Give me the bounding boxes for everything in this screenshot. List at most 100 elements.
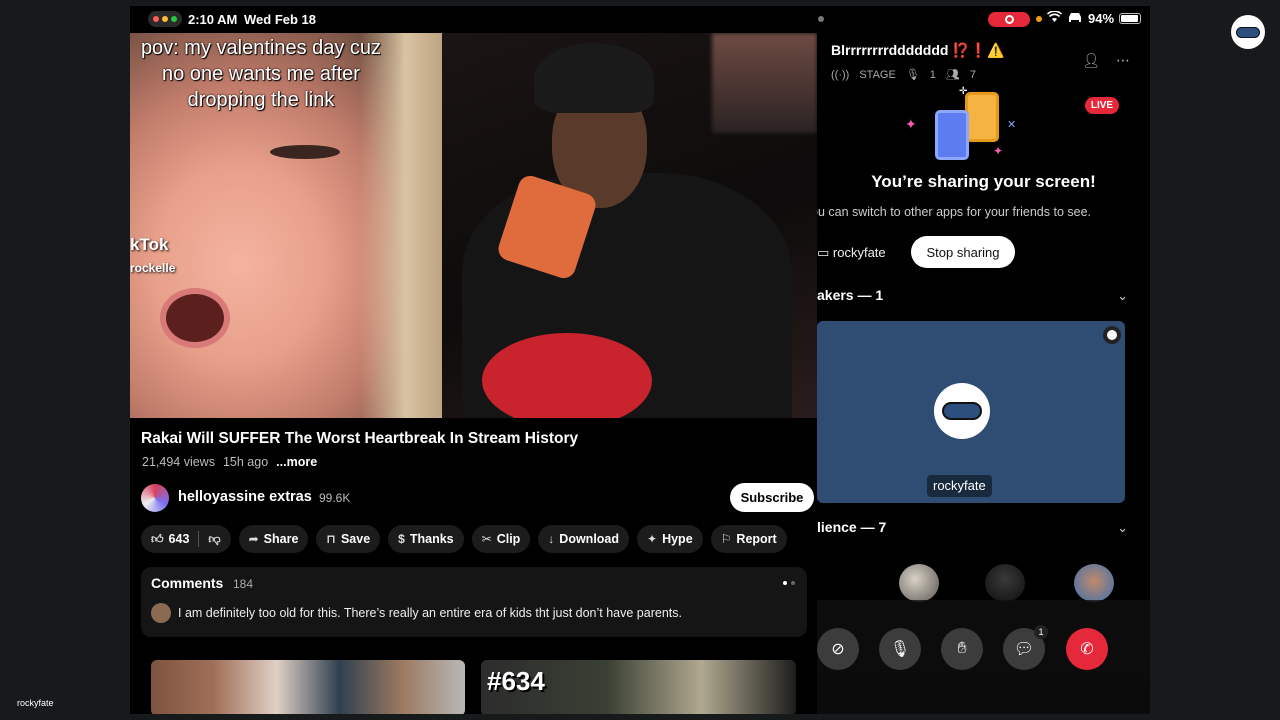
share-subtitle: ou can switch to other apps for your fri… — [817, 205, 1092, 219]
more-link[interactable]: ...more — [276, 455, 317, 469]
camera-off-icon[interactable]: ⊘ — [817, 628, 859, 670]
mic-icon: 🎙︎ — [905, 69, 920, 81]
comments-panel[interactable]: Comments 184 I am definitely too old for… — [141, 567, 807, 637]
status-icons: 94% — [1036, 10, 1142, 26]
settings-dot-icon[interactable] — [1103, 326, 1121, 344]
video-right-clip — [442, 33, 817, 418]
status-date: Wed Feb 18 — [244, 12, 317, 27]
comments-count: 184 — [233, 577, 254, 591]
discord-phone-icon — [935, 110, 969, 160]
channel-avatar[interactable] — [141, 484, 169, 512]
add-user-icon[interactable]: 👤︎ — [1082, 52, 1100, 69]
thanks-button[interactable]: $ Thanks — [388, 525, 464, 553]
hype-button[interactable]: ✦ Hype — [637, 525, 703, 553]
flag-icon: ⚐ — [720, 532, 732, 546]
live-badge: LIVE — [1085, 97, 1119, 114]
stage-title: Blrrrrrrrrddddddd ⁉️❗⚠️ — [831, 42, 1005, 58]
phone-icon — [965, 92, 999, 142]
commenter-avatar — [151, 603, 171, 623]
upload-age: 15h ago — [222, 455, 269, 469]
stage-info: ((·)) STAGE 🎙︎ 1 👥︎ 7 — [831, 68, 976, 82]
thumbnail-label: #634 — [487, 666, 545, 696]
download-icon: ↓ — [548, 532, 555, 546]
chat-badge: 1 — [1034, 625, 1048, 639]
thumbs-down-icon: 👎︎ — [208, 531, 221, 546]
screen-share-icon: ▭ — [817, 245, 833, 260]
save-button[interactable]: ⊓ Save — [316, 525, 381, 553]
sparkle-icon: ✦ — [993, 144, 1004, 158]
more-icon[interactable]: ⋯ — [1116, 52, 1130, 69]
download-button[interactable]: ↓ Download — [538, 525, 630, 553]
channel-row: helloyassine extras 99.6K Subscribe — [141, 483, 814, 518]
chat-icon[interactable]: 💬︎ 1 — [1003, 625, 1048, 670]
camera-dot — [818, 16, 824, 22]
speakers-section-header[interactable]: akers — 1 — [817, 287, 883, 303]
sparkle-icon: ✕ — [1007, 119, 1017, 131]
speaker-name: rockyfate — [927, 475, 992, 497]
audience-avatar[interactable] — [985, 564, 1025, 602]
carousel-dots — [783, 581, 795, 585]
stage-top-actions: 👤︎ ⋯ — [1082, 52, 1130, 69]
clip-button[interactable]: ✂ Clip — [471, 525, 531, 553]
like-dislike-button[interactable]: 👍︎ 643 👎︎ — [141, 525, 231, 553]
screen-recording-indicator[interactable] — [988, 12, 1030, 27]
chevron-down-icon[interactable]: ⌄ — [1117, 520, 1128, 536]
sparkle-icon: ✦ — [905, 116, 917, 132]
audience-section-header[interactable]: lience — 7 — [817, 519, 886, 535]
view-count: 21,494 views — [142, 455, 215, 469]
recommended-video-thumbnail[interactable]: #634 — [481, 660, 796, 714]
wifi-icon — [1046, 10, 1063, 26]
bookmark-icon: ⊓ — [326, 532, 336, 546]
report-button[interactable]: ⚐ Report — [710, 525, 787, 553]
microphone-icon[interactable]: 🎙︎ — [879, 628, 921, 670]
speaker-tile[interactable]: rockyfate — [817, 321, 1125, 503]
raise-hand-icon[interactable]: ✋︎ — [941, 628, 983, 670]
video-title: Rakai Will SUFFER The Worst Heartbreak I… — [141, 430, 579, 447]
video-player[interactable]: pov: my valentines day cuz no one wants … — [130, 33, 817, 418]
status-bar: 2:10 AM Wed Feb 18 94% — [130, 6, 1150, 32]
speaker-avatar — [934, 383, 990, 439]
multitasking-dots[interactable] — [148, 11, 182, 27]
tiktok-username: rockelle — [130, 261, 176, 275]
channel-name[interactable]: helloyassine extras — [178, 489, 312, 505]
yellow-dot — [162, 16, 168, 22]
stop-sharing-button[interactable]: Stop sharing — [911, 236, 1015, 268]
subscribe-button[interactable]: Subscribe — [730, 483, 814, 512]
footer-username: rockyfate — [17, 698, 54, 708]
share-button[interactable]: ➦ Share — [238, 525, 309, 553]
screen-share-illustration: ✦ ✛ ✕ ✦ — [905, 86, 1025, 166]
like-count: 643 — [168, 532, 190, 546]
share-icon: ➦ — [248, 532, 259, 546]
status-time: 2:10 AM — [188, 12, 238, 27]
audience-avatar[interactable] — [1074, 564, 1114, 602]
video-left-clip: pov: my valentines day cuz no one wants … — [130, 33, 450, 418]
tiktok-watermark: kTok — [130, 235, 169, 254]
thanks-icon: $ — [398, 532, 405, 546]
avatar-logo — [1236, 26, 1260, 38]
screen-share-viewer: 2:10 AM Wed Feb 18 94% pov: my valentine… — [0, 0, 1280, 720]
hype-icon: ✦ — [647, 532, 658, 546]
avatar-logo — [942, 402, 982, 420]
chevron-down-icon[interactable]: ⌄ — [1117, 288, 1128, 304]
green-dot — [171, 16, 177, 22]
scissors-icon: ✂ — [481, 532, 492, 546]
leave-stage-icon[interactable]: ✆ — [1066, 628, 1108, 670]
ipad-screen: 2:10 AM Wed Feb 18 94% pov: my valentine… — [130, 6, 1150, 714]
recommended-video-thumbnail[interactable] — [151, 660, 465, 714]
speaker-count: 1 — [929, 68, 936, 81]
people-icon: 👥︎ — [945, 69, 960, 81]
video-meta: 21,494 views 15h ago ...more — [142, 455, 317, 469]
stage-icon: ((·)) — [831, 68, 850, 81]
share-user: ▭ rockyfate — [817, 245, 886, 260]
mic-in-use-icon — [1036, 15, 1042, 22]
subscriber-count: 99.6K — [319, 491, 351, 505]
video-overlay-caption: pov: my valentines day cuz no one wants … — [140, 37, 382, 111]
listener-count: 7 — [969, 68, 976, 81]
user-avatar[interactable] — [1231, 15, 1265, 49]
comments-heading: Comments — [151, 575, 224, 591]
record-icon — [1004, 15, 1014, 24]
audience-avatar[interactable] — [899, 564, 939, 602]
top-comment: I am definitely too old for this. There’… — [178, 606, 682, 620]
sparkle-icon: ✛ — [959, 86, 968, 97]
stage-label: STAGE — [859, 68, 896, 81]
